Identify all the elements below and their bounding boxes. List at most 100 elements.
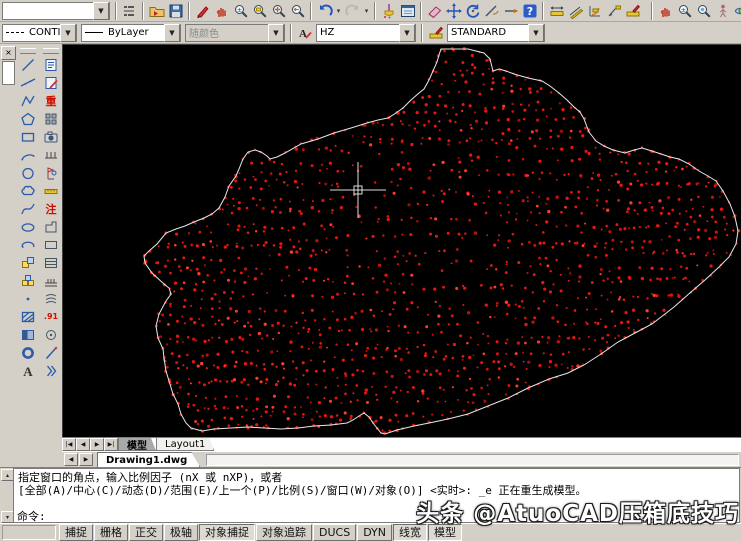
status-toggle-栅格[interactable]: 栅格 [94, 524, 128, 541]
close-icon[interactable]: × [1, 46, 16, 60]
table-tool-button[interactable] [41, 254, 61, 272]
arc-button[interactable] [18, 146, 38, 164]
rect-tool-button[interactable] [41, 236, 61, 254]
circle-center-button[interactable] [41, 326, 61, 344]
chevron-down-icon[interactable]: ▼ [93, 2, 109, 20]
wave-stack-button[interactable] [41, 290, 61, 308]
tab-layout1[interactable]: Layout1 [156, 438, 214, 451]
polygon-button[interactable] [18, 110, 38, 128]
drawing-canvas[interactable] [62, 44, 741, 437]
step-shape-button[interactable] [41, 218, 61, 236]
regen-button[interactable]: 重 [41, 92, 61, 110]
zoom-previous-button[interactable] [288, 1, 307, 21]
text-button[interactable]: A [18, 362, 38, 380]
tab-last-icon[interactable]: ▶| [104, 438, 118, 451]
pan-button[interactable] [656, 1, 675, 21]
make-block-button[interactable] [18, 272, 38, 290]
layer-manager-button[interactable] [398, 1, 417, 21]
chevron-down-icon[interactable]: ▼ [60, 24, 76, 42]
command-prompt[interactable]: 命令: [17, 508, 46, 524]
move-button[interactable] [444, 1, 463, 21]
redo-button[interactable] [343, 1, 362, 21]
file-next-icon[interactable]: ▶ [79, 453, 93, 466]
spline-button[interactable] [18, 200, 38, 218]
dim-aligned-button[interactable] [566, 1, 585, 21]
undo-button[interactable] [315, 1, 334, 21]
tab-first-icon[interactable]: |◀ [62, 438, 76, 451]
zoom-object-button[interactable] [694, 1, 713, 21]
expand-more-button[interactable] [41, 362, 61, 380]
file-tab-drawing1[interactable]: Drawing1.dwg [97, 452, 200, 467]
region-button[interactable] [18, 344, 38, 362]
ellipse-button[interactable] [18, 218, 38, 236]
command-scrollbar[interactable]: ▴ ▾ [0, 468, 13, 523]
dim-style-combo[interactable]: STANDARD▼ [447, 24, 545, 42]
construction-line-button[interactable] [18, 74, 38, 92]
line-button[interactable] [18, 56, 38, 74]
toolbar-grip[interactable] [20, 48, 36, 54]
open-button[interactable] [147, 1, 166, 21]
dim-linear-button[interactable] [547, 1, 566, 21]
toolbar-search-combo[interactable]: ▼ [2, 2, 110, 20]
edit-note-button[interactable] [41, 74, 61, 92]
trim-button[interactable] [482, 1, 501, 21]
file-prev-icon[interactable]: ◀ [64, 453, 78, 466]
match-properties-button[interactable] [379, 1, 398, 21]
chevron-down-icon[interactable]: ▼ [399, 24, 415, 42]
status-toggle-DYN[interactable]: DYN [357, 524, 392, 541]
ruler-comb-button[interactable] [41, 146, 61, 164]
text-style-button[interactable]: A [295, 23, 314, 43]
chevron-down-icon[interactable]: ▼ [268, 24, 284, 42]
tab-next-icon[interactable]: ▶ [90, 438, 104, 451]
save-button[interactable] [166, 1, 185, 21]
dim-angular-button[interactable] [585, 1, 604, 21]
lineweight-combo[interactable]: ByLayer▼ [81, 24, 181, 42]
dim-style-button[interactable] [426, 23, 445, 43]
revision-cloud-button[interactable] [18, 182, 38, 200]
pen-tool-button[interactable] [41, 344, 61, 362]
status-toggle-对象捕捉[interactable]: 对象捕捉 [199, 524, 255, 541]
erase-button[interactable] [425, 1, 444, 21]
orbit-button[interactable] [732, 1, 741, 21]
walk-button[interactable] [713, 1, 732, 21]
layer-properties-button[interactable] [120, 1, 139, 21]
zoom-button[interactable]: ± [675, 1, 694, 21]
dim-style-edit-button[interactable] [623, 1, 642, 21]
plotstyle-combo[interactable]: 随颜色▼ [185, 24, 285, 42]
tab-prev-icon[interactable]: ◀ [76, 438, 90, 451]
chevron-down-icon[interactable]: ▼ [164, 24, 180, 42]
comb-tool-button[interactable] [41, 272, 61, 290]
chevron-down-icon[interactable]: ▼ [528, 24, 544, 42]
zoom-realtime-button[interactable]: ± [231, 1, 250, 21]
rotate-button[interactable] [463, 1, 482, 21]
zoom-window-button[interactable] [250, 1, 269, 21]
rectangle-button[interactable] [18, 128, 38, 146]
draw-order-button[interactable] [41, 56, 61, 74]
text-style-combo[interactable]: HZ▼ [316, 24, 416, 42]
toolbar-grip[interactable] [43, 48, 59, 54]
status-toggle-对象追踪[interactable]: 对象追踪 [256, 524, 312, 541]
hatch-button[interactable] [18, 308, 38, 326]
point-button[interactable] [18, 290, 38, 308]
ellipse-arc-button[interactable] [18, 236, 38, 254]
plot-pen-button[interactable] [193, 1, 212, 21]
undo-dropdown-icon[interactable]: ▾ [334, 7, 343, 15]
gradient-button[interactable] [18, 326, 38, 344]
extend-button[interactable] [501, 1, 520, 21]
ruler-bar-button[interactable] [41, 182, 61, 200]
explode-button[interactable] [41, 110, 61, 128]
station-survey-button[interactable] [41, 164, 61, 182]
point-91-button[interactable]: .91 [41, 308, 61, 326]
circle-button[interactable] [18, 164, 38, 182]
status-toggle-DUCS[interactable]: DUCS [313, 524, 356, 541]
status-toggle-极轴[interactable]: 极轴 [164, 524, 198, 541]
annotate-button[interactable]: 注 [41, 200, 61, 218]
tab-model[interactable]: 模型 [118, 438, 156, 451]
linetype-combo[interactable]: CONTINUOUS▼ [2, 24, 77, 42]
dim-leader-button[interactable] [604, 1, 623, 21]
insert-block-button[interactable] [18, 254, 38, 272]
zoom-extents-button[interactable] [269, 1, 288, 21]
status-toggle-捕捉[interactable]: 捕捉 [59, 524, 93, 541]
pan-realtime-button[interactable] [212, 1, 231, 21]
polyline-button[interactable] [18, 92, 38, 110]
